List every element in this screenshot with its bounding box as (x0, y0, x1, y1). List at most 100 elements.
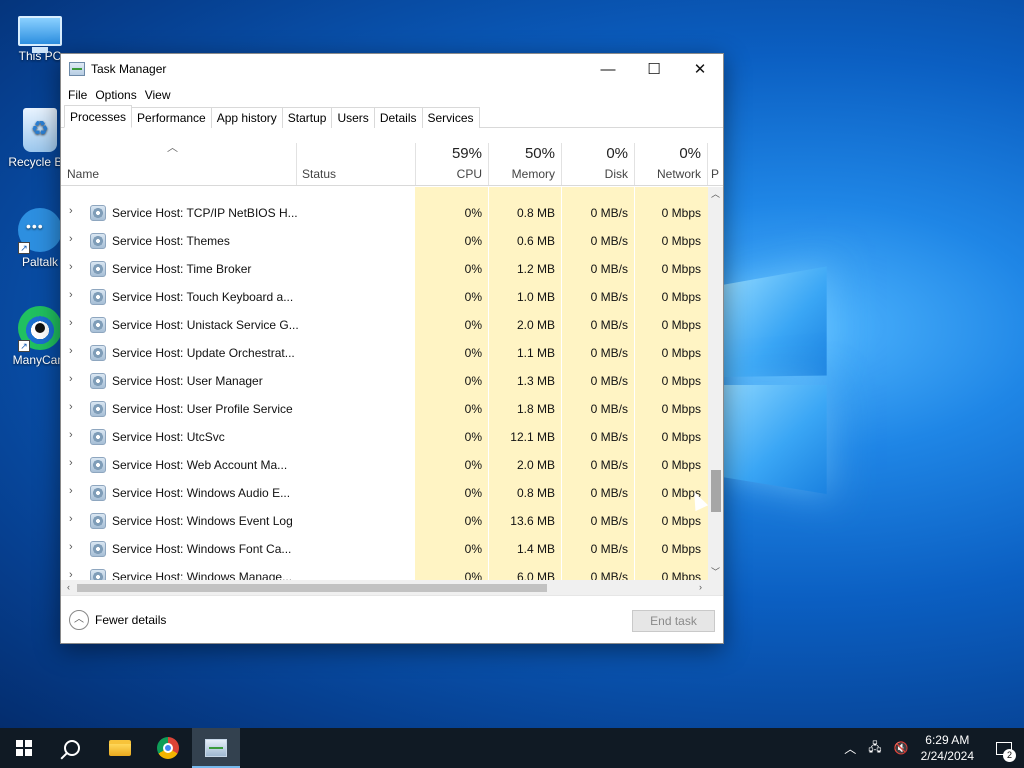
volume-muted-icon[interactable]: 🔇 (894, 741, 909, 755)
column-header-disk[interactable]: 0% Disk (561, 129, 634, 185)
table-row[interactable]: › Service Host: Unistack Service G... 0% 2.… (61, 311, 708, 339)
minimize-button[interactable]: — (585, 54, 631, 84)
horizontal-scrollbar[interactable]: ‹ › (61, 580, 708, 595)
table-row[interactable]: › Service Host: UtcSvc 0% 12.1 MB 0 MB/s 0 Mb… (61, 423, 708, 451)
process-name: Service Host: Web Account Ma... (112, 458, 287, 472)
expand-chevron-icon[interactable]: › (69, 513, 79, 525)
expand-chevron-icon[interactable]: › (69, 429, 79, 441)
cpu-cell: 0% (415, 290, 482, 304)
close-button[interactable]: ✕ (677, 54, 723, 84)
horizontal-scroll-thumb[interactable] (77, 584, 547, 592)
memory-cell: 12.1 MB (488, 430, 555, 444)
vertical-scroll-thumb[interactable] (711, 470, 721, 512)
service-gear-icon (90, 401, 106, 417)
cpu-cell: 0% (415, 514, 482, 528)
column-header-row: ︿ Name Status 59% CPU 50% Memory 0% Disk… (61, 129, 723, 186)
process-name: Service Host: Windows Event Log (112, 514, 293, 528)
expand-chevron-icon[interactable]: › (69, 485, 79, 497)
service-gear-icon (90, 541, 106, 557)
table-row[interactable]: › Service Host: Themes 0% 0.6 MB 0 MB/s 0 Mbp… (61, 227, 708, 255)
tab-app-history[interactable]: App history (211, 107, 283, 128)
disk-cell: 0 MB/s (561, 318, 628, 332)
start-button[interactable] (0, 728, 48, 768)
title-bar[interactable]: Task Manager — ☐ ✕ (61, 54, 723, 84)
tab-processes[interactable]: Processes (64, 105, 132, 128)
expand-chevron-icon[interactable]: › (69, 373, 79, 385)
column-header-memory[interactable]: 50% Memory (488, 129, 561, 185)
process-name: Service Host: Update Orchestrat... (112, 346, 295, 360)
column-header-name[interactable]: Name (61, 129, 296, 185)
tab-services[interactable]: Services (422, 107, 480, 128)
scroll-up-icon[interactable]: ︿ (708, 187, 723, 202)
taskbar-file-explorer[interactable] (96, 728, 144, 768)
menu-options[interactable]: Options (94, 88, 143, 102)
close-icon: ✕ (694, 60, 707, 78)
table-row[interactable]: › Service Host: User Profile Service 0% 1.8… (61, 395, 708, 423)
menu-view[interactable]: View (144, 88, 178, 102)
end-task-button[interactable]: End task (632, 610, 715, 632)
search-button[interactable] (48, 728, 96, 768)
table-row[interactable]: › Service Host: Touch Keyboard a... 0% 1.0 … (61, 283, 708, 311)
action-center-button[interactable]: 2 (984, 728, 1024, 768)
memory-cell: 1.2 MB (488, 262, 555, 276)
table-row[interactable]: › Service Host: Windows Audio E... 0% 0.8 M… (61, 479, 708, 507)
tab-performance[interactable]: Performance (131, 107, 212, 128)
column-header-power[interactable]: P (707, 129, 723, 185)
expand-chevron-icon[interactable]: › (69, 457, 79, 469)
task-manager-icon (69, 62, 85, 76)
expand-chevron-icon[interactable]: › (69, 261, 79, 273)
table-row[interactable]: › Service Host: Windows Event Log 0% 13.6 M… (61, 507, 708, 535)
clock[interactable]: 6:29 AM 2/24/2024 (921, 732, 974, 764)
chrome-icon (157, 737, 179, 759)
disk-cell: 0 MB/s (561, 374, 628, 388)
table-row[interactable]: › Service Host: Windows Font Ca... 0% 1.4 M… (61, 535, 708, 563)
memory-cell: 13.6 MB (488, 514, 555, 528)
expand-chevron-icon[interactable]: › (69, 233, 79, 245)
network-cell: 0 Mbps (634, 318, 701, 332)
expand-chevron-icon[interactable]: › (69, 205, 79, 217)
expand-chevron-icon[interactable]: › (69, 345, 79, 357)
menu-bar: File Options View (61, 84, 723, 106)
table-row[interactable]: › Service Host: Windows Manage... 0% 6.0 MB… (61, 563, 708, 580)
network-cell: 0 Mbps (634, 206, 701, 220)
expand-chevron-icon[interactable]: › (69, 541, 79, 553)
taskbar-chrome[interactable] (144, 728, 192, 768)
tab-users[interactable]: Users (331, 107, 374, 128)
expand-chevron-icon[interactable]: › (69, 569, 79, 580)
expand-chevron-icon[interactable]: › (69, 317, 79, 329)
taskbar-task-manager[interactable] (192, 728, 240, 768)
network-icon[interactable]: 🖧 (868, 738, 881, 759)
scroll-left-icon[interactable]: ‹ (61, 580, 76, 595)
process-name: Service Host: Unistack Service G... (112, 318, 299, 332)
expand-chevron-icon[interactable]: › (69, 289, 79, 301)
network-cell: 0 Mbps (634, 234, 701, 248)
scroll-right-icon[interactable]: › (693, 580, 708, 595)
table-row[interactable]: › Service Host: Update Orchestrat... 0% 1.1… (61, 339, 708, 367)
vertical-scrollbar[interactable]: ︿ ﹀ (708, 187, 723, 580)
column-header-status[interactable]: Status (296, 129, 415, 185)
maximize-button[interactable]: ☐ (631, 54, 677, 84)
process-name: Service Host: Time Broker (112, 262, 251, 276)
table-row[interactable]: › Service Host: User Manager 0% 1.3 MB 0 MB/… (61, 367, 708, 395)
tab-startup[interactable]: Startup (282, 107, 333, 128)
table-row[interactable]: › Service Host: TCP/IP NetBIOS H... 0% 0.8 … (61, 199, 708, 227)
menu-file[interactable]: File (67, 88, 94, 102)
memory-cell: 1.1 MB (488, 346, 555, 360)
network-cell: 0 Mbps (634, 430, 701, 444)
fewer-details-button[interactable]: ︿ Fewer details (69, 610, 166, 630)
memory-cell: 1.4 MB (488, 542, 555, 556)
show-hidden-icons-chevron-icon[interactable]: ︿ (844, 740, 856, 757)
column-header-cpu[interactable]: 59% CPU (415, 129, 488, 185)
table-row[interactable]: › Service Host: Time Broker 0% 1.2 MB 0 MB/s… (61, 255, 708, 283)
table-row[interactable]: › Service Host: Web Account Ma... 0% 2.0 MB… (61, 451, 708, 479)
clock-date: 2/24/2024 (921, 748, 974, 764)
table-row[interactable]: › (61, 187, 708, 199)
process-list[interactable]: › › Service Host: TCP/IP NetBIOS H... 0% 0.… (61, 187, 708, 580)
column-header-network[interactable]: 0% Network (634, 129, 707, 185)
expand-chevron-icon[interactable]: › (69, 401, 79, 413)
service-gear-icon (90, 289, 106, 305)
tab-details[interactable]: Details (374, 107, 423, 128)
service-gear-icon (90, 317, 106, 333)
scroll-down-icon[interactable]: ﹀ (708, 565, 723, 580)
clock-time: 6:29 AM (921, 732, 974, 748)
